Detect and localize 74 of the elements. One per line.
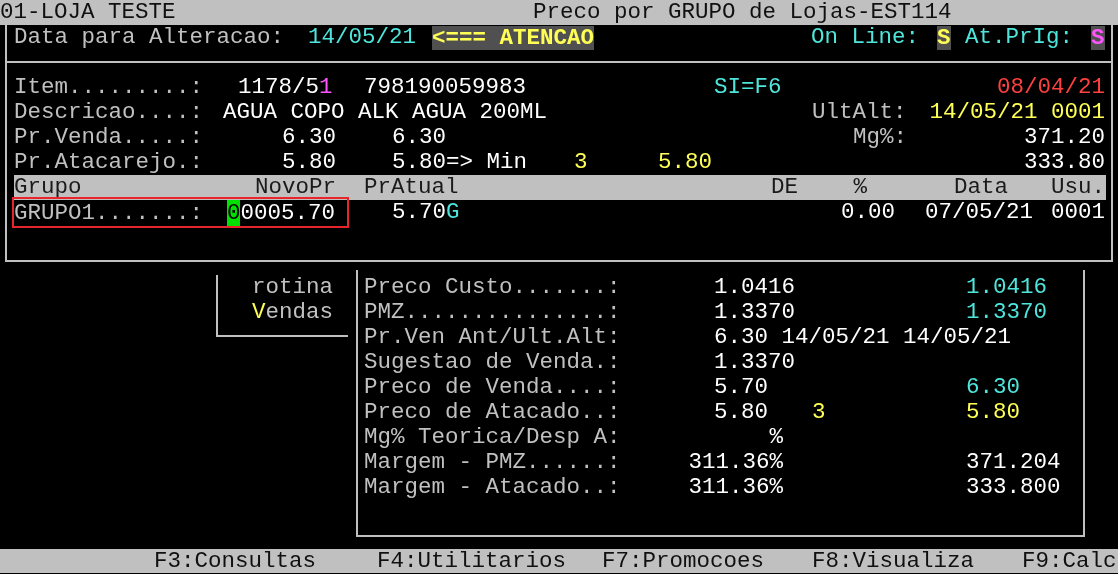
item-date: 08/04/21 [996,75,1105,100]
cost-value: 5.80 [714,400,768,425]
field-label: Preco de Atacado..: [364,400,621,425]
column-header: Grupo [14,175,82,200]
price-value: 6.30 [282,125,336,150]
column-header: Usu. [1051,175,1105,200]
field-label: Sugestao de Venda.: [364,350,621,375]
function-key[interactable]: F4:Utilitarios [377,549,567,574]
cost-value: 1.0416 [714,275,795,300]
column-header: DE [771,175,798,200]
warning-label: <=== ATENCAO [432,25,595,50]
function-key[interactable]: F9:Calc [1022,549,1117,574]
function-key[interactable]: F3:Consultas [154,549,317,574]
barcode-number: 798190059983 [364,75,527,100]
field-label: Mg% Teorica/Desp A: [364,425,621,450]
current-price: 5.70G [392,200,460,225]
field-label: Mg%: [853,125,907,150]
margin-value: 333.80 [1024,150,1105,175]
field-label: Pr.Atacarejo.: [14,150,204,175]
column-header: % [853,175,867,200]
column-header: NovoPr [255,175,336,200]
field-label: Margem - PMZ......: [364,450,621,475]
function-key[interactable]: F8:Visualiza [812,549,975,574]
price-value: 5.80=> Min [392,150,528,175]
field-label: Descricao....: [14,100,204,125]
compare-value: 5.80 [966,400,1020,425]
compare-value: 371.204 [966,450,1061,475]
compare-value: 333.800 [966,475,1061,500]
compare-value: 1.0416 [966,275,1047,300]
percent-value: 311.36% [688,450,783,475]
new-price-input[interactable]: 00005.70 [223,199,335,226]
compare-value: 1.3370 [966,300,1047,325]
flag-label: On Line: [811,25,920,50]
last-change-value: 14/05/21 0001 [929,100,1105,125]
function-key[interactable]: F7:Promocoes [602,549,765,574]
menu-item[interactable]: Vendas [251,300,333,325]
cost-value: 1.3370 [714,300,795,325]
field-label: Preco de Venda....: [364,375,621,400]
column-header: PrAtual [364,175,459,200]
item-code: 1178/51 [238,75,333,100]
column-header: Data [954,175,1008,200]
quantity-value: 3 [812,400,826,425]
field-label: Data para Alteracao: [14,25,285,50]
percent-value: % [769,425,783,450]
cost-value: 1.3370 [714,350,795,375]
percent-value: 311.36% [688,475,783,500]
percent-value: 0.00 [841,200,895,225]
min-price: 5.80 [658,150,712,175]
flag-value: S [1091,25,1105,50]
date-value: 07/05/21 [925,200,1034,225]
min-quantity: 3 [574,150,588,175]
field-label: Margem - Atacado..: [364,475,621,500]
field-label: Item.........: [14,75,204,100]
field-label: UltAlt: [812,100,907,125]
field-label: Pr.Venda.....: [14,125,204,150]
group-name: GRUPO1.......: [14,199,205,226]
screen-title: Preco por GRUPO de Lojas-EST114 [533,0,952,25]
menu-item[interactable]: rotina [251,275,333,300]
user-code: 0001 [1051,200,1105,225]
flag-value: S [937,25,951,50]
price-value: 6.30 [392,125,446,150]
flag-label: At.PrIg: [965,25,1074,50]
cost-value: 5.70 [714,375,768,400]
price-value: 5.80 [282,150,336,175]
field-label: Preco Custo.......: [364,275,621,300]
cost-value: 6.30 14/05/21 14/05/21 [714,325,1012,350]
change-date: 14/05/21 [308,25,417,50]
field-label: Pr.Ven Ant/Ult.Alt: [364,325,621,350]
description-value: AGUA COPO ALK AGUA 200ML [223,100,548,125]
margin-value: 371.20 [1024,125,1105,150]
store-name: 01-LOJA TESTE [0,0,176,25]
compare-value: 6.30 [966,375,1020,400]
field-label: PMZ...............: [364,300,621,325]
shortcut-hint: SI=F6 [714,75,782,100]
